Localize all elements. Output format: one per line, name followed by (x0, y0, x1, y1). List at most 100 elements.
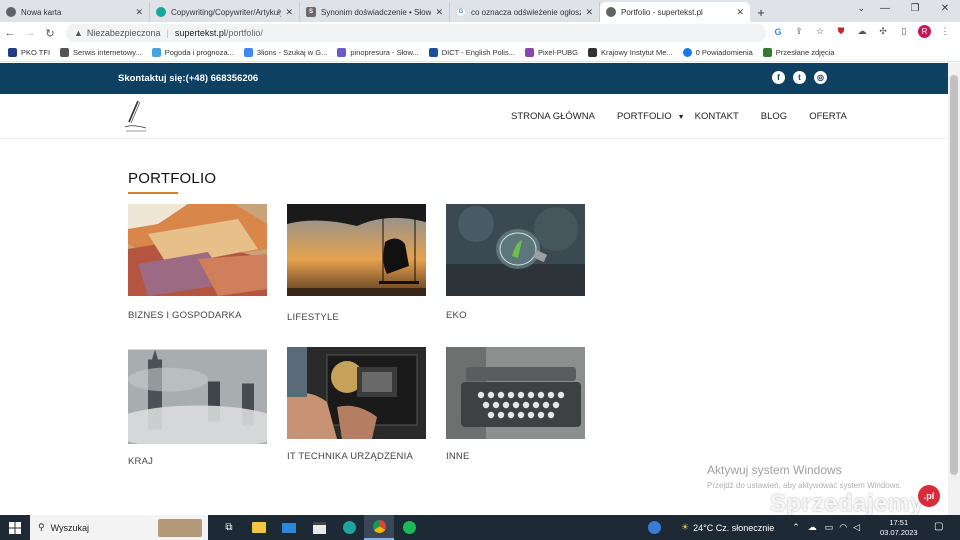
card-label[interactable]: EKO (446, 310, 585, 321)
file-explorer-icon[interactable] (244, 515, 274, 540)
bookmark-item[interactable]: Przesłane zdjęcia (762, 48, 835, 57)
spotify-icon[interactable] (394, 515, 424, 540)
start-button[interactable] (0, 515, 30, 540)
minimize-icon[interactable]: — (870, 0, 900, 20)
portfolio-card[interactable]: IT TECHNIKA URZĄDZENIA (287, 347, 426, 462)
typewriter-image[interactable] (446, 347, 585, 439)
portfolio-card[interactable]: BIZNES I GOSPODARKA (128, 194, 267, 321)
card-label[interactable]: KRAJ (128, 456, 267, 467)
tab-nowa-karta[interactable]: Nowa karta ✕ (0, 2, 150, 22)
menu-kebab-icon[interactable]: ⋮ (938, 26, 952, 37)
banknotes-image[interactable] (128, 194, 267, 296)
extension-shield-icon[interactable]: ⛊ (834, 26, 848, 37)
bookmark-item[interactable]: DICT - English Polis... (428, 48, 515, 57)
nav-item-home[interactable]: STRONA GŁÓWNA (511, 111, 595, 122)
computer-repair-image[interactable] (287, 347, 426, 439)
tab-title: Nowa karta (21, 7, 62, 17)
portfolio-card[interactable]: INNE (446, 347, 585, 462)
bookmark-item[interactable]: Krajowy Instytut Me... (587, 48, 673, 57)
tab-copywriting[interactable]: Copywriting/Copywriter/Artykuły ✕ (150, 2, 300, 22)
task-view-icon[interactable]: ⧉ (214, 515, 244, 540)
bookmark-item[interactable]: 3lions - Szukaj w G... (243, 48, 327, 57)
side-panel-icon[interactable]: ▯ (897, 26, 911, 37)
cloud-icon[interactable]: ☁ (808, 522, 817, 533)
edge-icon[interactable] (334, 515, 364, 540)
scrollbar-thumb[interactable] (950, 75, 958, 475)
wifi-icon[interactable]: ◠ (839, 522, 847, 533)
bookmark-item[interactable]: Serwis internetowy... (60, 48, 142, 57)
tab-google-search[interactable]: G co oznacza odświeżenie ogłosze ✕ (450, 2, 600, 22)
title-underline (128, 192, 178, 194)
taskbar-search[interactable]: ⚲ Wyszukaj (30, 515, 208, 540)
profile-avatar[interactable]: R (918, 25, 931, 38)
twitter-icon[interactable]: t (793, 71, 806, 84)
network-icon[interactable]: ▭ (825, 522, 834, 533)
eco-lightbulb-image[interactable] (446, 204, 585, 296)
window-controls: — ❐ ✕ (870, 0, 960, 20)
facebook-icon[interactable]: f (772, 71, 785, 84)
restore-icon[interactable]: ❐ (900, 0, 930, 20)
lifestyle-swing-image[interactable] (287, 204, 426, 296)
extension-icon[interactable]: ☁ (855, 26, 869, 37)
close-tab-icon[interactable]: ✕ (135, 7, 143, 18)
nav-item-oferta[interactable]: OFERTA (809, 111, 847, 122)
card-label[interactable]: IT TECHNIKA URZĄDZENIA (287, 451, 426, 462)
bookmark-item[interactable]: Pixel-PUBG (524, 48, 578, 57)
tab-title: Copywriting/Copywriter/Artykuły (171, 7, 282, 17)
new-tab-button[interactable]: + (750, 2, 772, 22)
reload-icon[interactable]: ↻ (40, 27, 60, 40)
puzzle-icon[interactable]: ✣ (876, 26, 890, 37)
nav-item-kontakt[interactable]: KONTAKT (695, 111, 739, 122)
chevron-up-icon[interactable]: ⌃ (792, 522, 800, 533)
window-close-icon[interactable]: ✕ (930, 0, 960, 20)
bookmark-item[interactable]: pinopresura - Słow... (337, 48, 419, 57)
store-icon[interactable] (304, 515, 334, 540)
bookmark-icon (428, 48, 438, 57)
portfolio-card[interactable]: KRAJ (108, 347, 288, 467)
weather-text[interactable]: 24°C Cz. słonecznie (693, 523, 774, 533)
close-tab-icon[interactable]: ✕ (736, 7, 744, 18)
bookmark-item[interactable]: Pogoda i prognoza... (151, 48, 234, 57)
mail-icon[interactable] (274, 515, 304, 540)
bookmark-star-icon[interactable]: ☆ (813, 26, 827, 37)
help-icon[interactable] (648, 521, 661, 534)
windows-activation-watermark: Aktywuj system Windows Przejdź do ustawi… (707, 463, 902, 490)
close-tab-icon[interactable]: ✕ (435, 7, 443, 18)
tab-portfolio[interactable]: Portfolio - supertekst.pl ✕ (600, 2, 750, 22)
clock[interactable]: 17:51 03.07.2023 (880, 518, 918, 538)
instagram-icon[interactable]: ◎ (814, 71, 827, 84)
taskbar-apps: ⧉ (214, 515, 424, 540)
site-logo[interactable] (122, 98, 148, 134)
contact-phone[interactable]: Skontaktuj się:(+48) 668356206 (118, 73, 258, 84)
url-field[interactable]: ▲ Niezabezpieczona | supertekst.pl /port… (66, 24, 766, 42)
bookmark-item[interactable]: PKO TFI (8, 48, 50, 57)
card-label[interactable]: LIFESTYLE (287, 312, 426, 323)
weather-icon[interactable]: ☀ (681, 522, 689, 533)
chrome-icon (6, 7, 16, 17)
close-tab-icon[interactable]: ✕ (585, 7, 593, 18)
city-fog-image[interactable] (108, 347, 288, 450)
windows-logo-icon (9, 521, 21, 534)
back-icon[interactable]: ← (0, 27, 20, 39)
bookmark-icon (8, 48, 17, 57)
forward-icon[interactable]: → (20, 27, 40, 39)
notifications-icon[interactable]: ▢ (934, 521, 943, 532)
portfolio-card[interactable]: LIFESTYLE (287, 204, 426, 323)
volume-icon[interactable]: ◁ (853, 522, 860, 533)
card-label[interactable]: BIZNES I GOSPODARKA (128, 310, 267, 321)
nav-item-blog[interactable]: BLOG (761, 111, 787, 122)
nav-item-portfolio[interactable]: PORTFOLIO ▼ (617, 111, 685, 122)
page-scrollbar[interactable] (948, 63, 960, 515)
screen: Nowa karta ✕ Copywriting/Copywriter/Arty… (0, 0, 960, 540)
warning-icon[interactable]: ▲ (74, 28, 83, 38)
portfolio-card[interactable]: EKO (446, 204, 585, 321)
tab-synonim[interactable]: S Synonim doświadczenie • Słowni ✕ (300, 2, 450, 22)
tab-search-icon[interactable]: ⌄ (857, 3, 865, 14)
close-tab-icon[interactable]: ✕ (285, 7, 293, 18)
security-status[interactable]: Niezabezpieczona (87, 28, 161, 38)
chrome-taskbar-icon[interactable] (364, 515, 394, 540)
card-label[interactable]: INNE (446, 451, 585, 462)
share-icon[interactable]: ⇪ (792, 26, 806, 37)
bookmark-item[interactable]: 0 Powiadomienia (682, 48, 753, 57)
google-lens-icon[interactable]: G (771, 27, 785, 37)
